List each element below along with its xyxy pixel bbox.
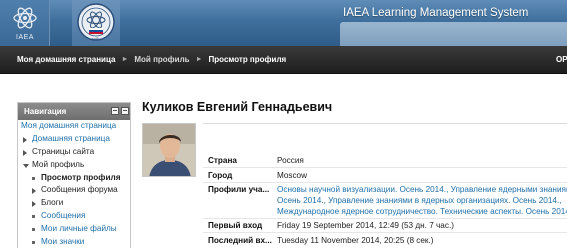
nav-item-my-badges[interactable]: Мои значки [18, 236, 130, 248]
country-value: Россия [277, 156, 304, 165]
courses-label: Профили уча... [208, 185, 270, 194]
site-name: IAEA Learning Management System [343, 7, 529, 19]
first-access-label: Первый вход [208, 221, 263, 230]
breadcrumb-bar: Моя домашняя страница ► Мой профиль ► Пр… [0, 46, 567, 74]
nav-item-site-pages[interactable]: Страницы сайта [18, 146, 130, 159]
nav-item-my-profile[interactable]: Мой профиль [18, 159, 130, 172]
row-divider [203, 218, 567, 219]
logo-text: IAEA [16, 34, 34, 41]
nav-item-label: Блоги [41, 198, 64, 208]
navigation-title: Навигация [24, 107, 67, 116]
row-divider [203, 167, 567, 168]
project-emblem: eрбц [72, 0, 120, 46]
user-avatar[interactable] [142, 123, 196, 177]
expand-icon[interactable] [23, 136, 27, 143]
divider [203, 123, 567, 124]
nav-item-messages[interactable]: Сообщения [18, 210, 130, 223]
bullet-icon [32, 176, 35, 180]
nav-item-site-home[interactable]: Домашняя страница [18, 133, 130, 146]
first-access-value: Friday 19 September 2014, 12:49 (53 дн. … [277, 221, 454, 230]
breadcrumb-item-profile[interactable]: Мой профиль [134, 55, 189, 64]
expand-icon[interactable] [32, 201, 36, 208]
nav-item-view-profile[interactable]: Просмотр профиля [18, 172, 130, 185]
nav-item-label: Сообщения [41, 211, 86, 221]
bullet-icon [32, 241, 35, 245]
country-label: Страна [208, 156, 237, 165]
nav-item-label: Просмотр профиля [41, 172, 121, 182]
expand-icon[interactable] [32, 188, 36, 195]
nav-item-label: Сообщения форума [41, 185, 118, 195]
expand-icon[interactable] [23, 149, 27, 156]
hide-block-icon[interactable] [121, 107, 129, 115]
nav-item-label: Мой профиль [32, 159, 85, 169]
collapse-icon[interactable] [23, 163, 29, 168]
iaea-logo[interactable]: IAEA [0, 0, 50, 46]
nav-item-label: Страницы сайта [32, 146, 95, 156]
city-value: Moscow [277, 171, 308, 180]
dock-block-icon[interactable] [111, 107, 119, 115]
city-label: Город [208, 171, 233, 180]
last-access-label: Последний вх... [208, 236, 272, 245]
page-title: Куликов Евгений Геннадьевич [142, 100, 333, 114]
emblem-caption: eрбц [91, 36, 101, 41]
row-divider [203, 232, 567, 233]
navigation-list: Моя домашняя страница Домашняя страница … [18, 120, 130, 248]
bullet-icon [32, 215, 35, 219]
course-link[interactable]: Осень 2014., Управление знаниями в ядерн… [277, 195, 562, 206]
breadcrumb-item-home[interactable]: Моя домашняя страница [17, 55, 115, 64]
navigation-block: Навигация Моя домашняя страница Домашняя… [17, 102, 131, 248]
breadcrumb-separator-icon: ► [121, 56, 129, 63]
breadcrumb-right-label[interactable]: OP [556, 55, 567, 64]
nav-item-forum-posts[interactable]: Сообщения форума [18, 184, 130, 197]
nav-item-private-files[interactable]: Мои личные файлы [18, 223, 130, 236]
avatar-photo-icon [143, 124, 195, 176]
row-divider [203, 182, 567, 183]
navigation-header: Навигация [18, 103, 130, 120]
emblem-icon: eрбц [77, 3, 115, 41]
header-tab [340, 22, 567, 46]
nav-item-label: Мои значки [41, 237, 85, 247]
course-link[interactable]: Основы научной визуализации. Осень 2014.… [277, 184, 567, 195]
nav-item-label: Моя домашняя страница [21, 121, 117, 130]
nav-item-label: Мои личные файлы [41, 224, 117, 234]
bullet-icon [32, 228, 35, 232]
site-header: IAEA eрбц IAEA Learning Management Syste… [0, 0, 567, 46]
nav-item-my-home[interactable]: Моя домашняя страница [18, 120, 130, 133]
nav-item-blogs[interactable]: Блоги [18, 197, 130, 210]
atom-icon [13, 7, 37, 29]
breadcrumb-item-view-profile: Просмотр профиля [208, 55, 287, 64]
breadcrumb-separator-icon: ► [195, 56, 203, 63]
last-access-value: Tuesday 11 November 2014, 20:25 (8 сек.) [277, 236, 434, 245]
nav-item-label: Домашняя страница [32, 133, 110, 143]
course-link[interactable]: Международное ядерное сотрудничество. Те… [277, 206, 567, 217]
breadcrumb: Моя домашняя страница ► Мой профиль ► Пр… [17, 55, 286, 64]
